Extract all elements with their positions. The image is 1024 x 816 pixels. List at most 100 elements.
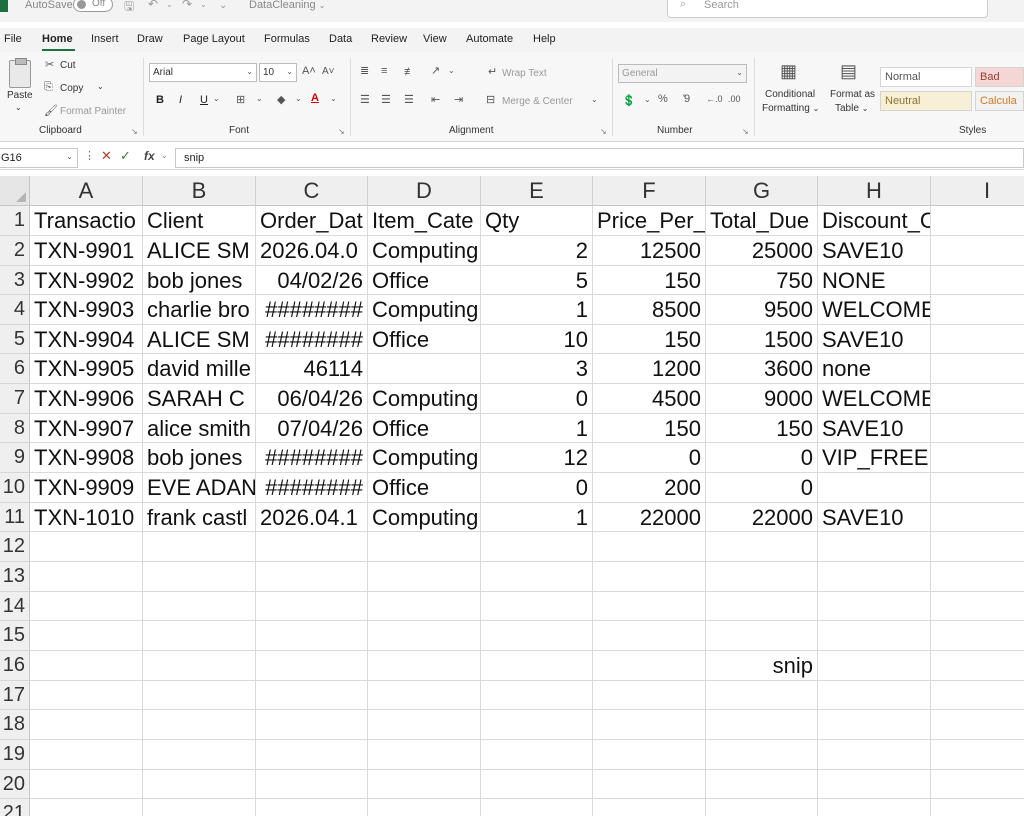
conditional-formatting-label-1[interactable]: Conditional (765, 89, 815, 100)
cell-b10[interactable]: EVE ADAN (143, 473, 256, 503)
cell-d17[interactable] (368, 681, 481, 710)
cell-d3[interactable]: Office (368, 266, 481, 295)
cell-b6[interactable]: david mille (143, 354, 256, 384)
cell-f4[interactable]: 8500 (593, 295, 706, 325)
copy-button[interactable]: Copy (60, 83, 83, 94)
cell-i6[interactable] (931, 354, 1024, 384)
cell-b11[interactable]: frank castl (143, 503, 256, 532)
cell-h19[interactable] (818, 740, 931, 770)
paste-dropdown-icon[interactable]: ⌄ (15, 103, 22, 112)
tab-insert[interactable]: Insert (91, 33, 119, 45)
cell-f1[interactable]: Price_Per_ (593, 206, 706, 236)
cell-c4[interactable]: ######## (256, 295, 368, 325)
cell-a5[interactable]: TXN-9904 (30, 325, 143, 354)
cell-i2[interactable] (931, 236, 1024, 266)
row-header-8[interactable]: 8 (0, 414, 30, 443)
row-header-5[interactable]: 5 (0, 325, 30, 354)
tab-view[interactable]: View (423, 33, 447, 45)
paste-icon[interactable] (9, 58, 31, 88)
cell-h6[interactable]: none (818, 354, 931, 384)
cell-e21[interactable] (481, 799, 593, 816)
cell-c15[interactable] (256, 621, 368, 651)
row-header-3[interactable]: 3 (0, 266, 30, 295)
cell-h13[interactable] (818, 562, 931, 592)
cell-i4[interactable] (931, 295, 1024, 325)
cell-d12[interactable] (368, 532, 481, 562)
cell-d9[interactable]: Computing (368, 443, 481, 473)
currency-dropdown-icon[interactable]: ⌄ (644, 95, 651, 104)
tab-help[interactable]: Help (533, 33, 556, 45)
insert-function-icon[interactable]: fx (144, 149, 155, 163)
customize-toolbar-icon[interactable]: ⌄ (219, 0, 227, 11)
cell-h20[interactable] (818, 770, 931, 799)
column-header-h[interactable]: H (818, 176, 931, 206)
cell-b14[interactable] (143, 592, 256, 621)
cell-c6[interactable]: 46114 (256, 354, 368, 384)
cell-g2[interactable]: 25000 (706, 236, 818, 266)
row-header-16[interactable]: 16 (0, 651, 30, 681)
redo-dropdown-icon[interactable]: ⌄ (200, 0, 207, 9)
cell-g10[interactable]: 0 (706, 473, 818, 503)
row-header-15[interactable]: 15 (0, 621, 30, 651)
name-box[interactable]: G16 ⌄ (0, 148, 78, 168)
cell-c20[interactable] (256, 770, 368, 799)
cell-c17[interactable] (256, 681, 368, 710)
cell-d1[interactable]: Item_Cate (368, 206, 481, 236)
cell-b4[interactable]: charlie bro (143, 295, 256, 325)
italic-icon[interactable]: I (179, 94, 182, 106)
tab-draw[interactable]: Draw (137, 33, 163, 45)
cell-d20[interactable] (368, 770, 481, 799)
style-bad[interactable]: Bad (975, 67, 1024, 87)
cell-f8[interactable]: 150 (593, 414, 706, 443)
row-header-2[interactable]: 2 (0, 236, 30, 266)
cell-h16[interactable] (818, 651, 931, 681)
cell-i1[interactable] (931, 206, 1024, 236)
cell-h17[interactable] (818, 681, 931, 710)
merge-dropdown-icon[interactable]: ⌄ (591, 95, 598, 104)
cell-e9[interactable]: 12 (481, 443, 593, 473)
align-bottom-icon[interactable]: ≢ (404, 66, 415, 78)
tab-file[interactable]: File (4, 33, 22, 45)
column-header-f[interactable]: F (593, 176, 706, 206)
tab-page-layout[interactable]: Page Layout (183, 33, 245, 45)
cell-e10[interactable]: 0 (481, 473, 593, 503)
save-icon[interactable]: 🖫 (124, 0, 134, 18)
cell-e15[interactable] (481, 621, 593, 651)
cell-e12[interactable] (481, 532, 593, 562)
cell-e20[interactable] (481, 770, 593, 799)
cell-h1[interactable]: Discount_Code (818, 206, 931, 236)
cell-b9[interactable]: bob jones (143, 443, 256, 473)
cell-d19[interactable] (368, 740, 481, 770)
tab-formulas[interactable]: Formulas (264, 33, 310, 45)
cell-a7[interactable]: TXN-9906 (30, 384, 143, 414)
cell-b13[interactable] (143, 562, 256, 592)
cell-i16[interactable] (931, 651, 1024, 681)
cell-e6[interactable]: 3 (481, 354, 593, 384)
cell-c7[interactable]: 06/04/26 (256, 384, 368, 414)
cell-i8[interactable] (931, 414, 1024, 443)
cell-a21[interactable] (30, 799, 143, 816)
redo-icon[interactable]: ↷ (182, 0, 192, 11)
cell-i20[interactable] (931, 770, 1024, 799)
cell-h18[interactable] (818, 710, 931, 740)
clipboard-launcher-icon[interactable]: ↘ (131, 127, 138, 136)
row-header-10[interactable]: 10 (0, 473, 30, 503)
cell-g19[interactable] (706, 740, 818, 770)
cell-c21[interactable] (256, 799, 368, 816)
search-box[interactable]: ⌕ Search (667, 0, 988, 18)
column-header-e[interactable]: E (481, 176, 593, 206)
row-header-18[interactable]: 18 (0, 710, 30, 740)
cell-g12[interactable] (706, 532, 818, 562)
cell-f7[interactable]: 4500 (593, 384, 706, 414)
cell-g6[interactable]: 3600 (706, 354, 818, 384)
increase-font-icon[interactable]: A˄ (302, 65, 316, 77)
cell-a17[interactable] (30, 681, 143, 710)
decrease-decimal-icon[interactable]: .00 (728, 94, 741, 104)
row-header-4[interactable]: 4 (0, 295, 30, 325)
cell-a18[interactable] (30, 710, 143, 740)
cell-e18[interactable] (481, 710, 593, 740)
cell-b21[interactable] (143, 799, 256, 816)
cell-a9[interactable]: TXN-9908 (30, 443, 143, 473)
cell-e17[interactable] (481, 681, 593, 710)
alignment-launcher-icon[interactable]: ↘ (600, 127, 607, 136)
